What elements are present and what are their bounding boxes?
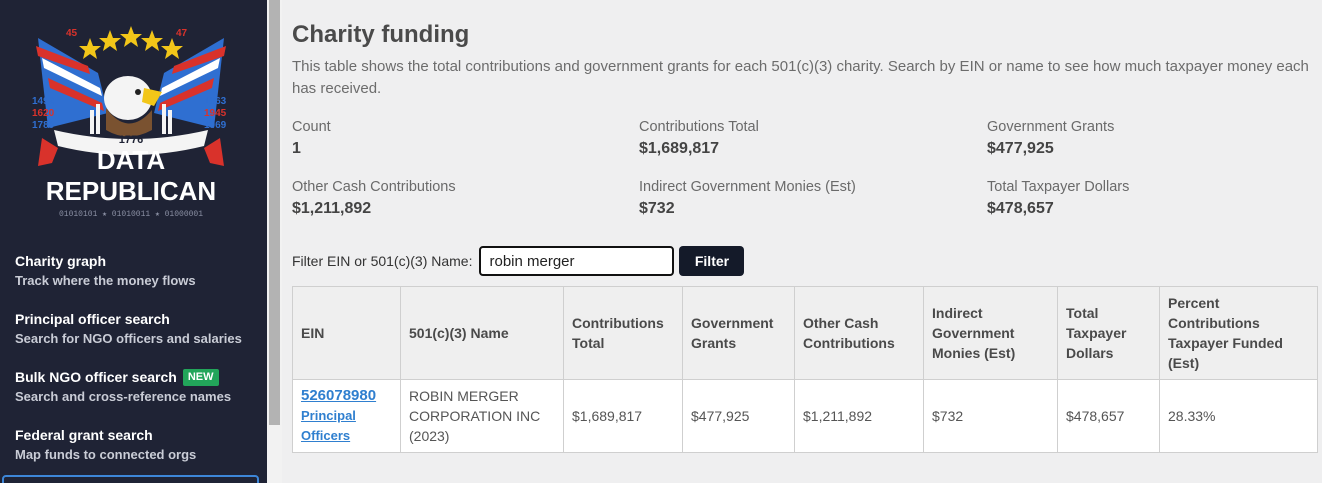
sidebar-item-title: Federal grant search xyxy=(15,427,153,443)
svg-text:1492: 1492 xyxy=(32,96,55,107)
stat-total-taxpayer-dollars: Total Taxpayer Dollars $478,657 xyxy=(987,178,1317,218)
filter-label: Filter EIN or 501(c)(3) Name: xyxy=(292,253,473,269)
stat-label: Indirect Government Monies (Est) xyxy=(639,179,856,195)
svg-text:1620: 1620 xyxy=(32,108,55,119)
stat-label: Other Cash Contributions xyxy=(292,179,456,195)
stat-value: $1,211,892 xyxy=(292,200,372,217)
sidebar-item-principal-officer-search[interactable]: Principal officer search Search for NGO … xyxy=(15,311,255,347)
svg-text:01010101 ★ 01010011 ★ 01000001: 01010101 ★ 01010011 ★ 01000001 xyxy=(59,210,203,219)
svg-text:1969: 1969 xyxy=(204,120,227,131)
svg-text:REPUBLICAN: REPUBLICAN xyxy=(46,176,216,206)
cell-other-cash: $1,211,892 xyxy=(794,379,924,453)
column-header-indirect[interactable]: Indirect Government Monies (Est) xyxy=(923,286,1058,380)
sidebar-item-subtitle: Search and cross-reference names xyxy=(15,389,232,404)
cell-name: ROBIN MERGER CORPORATION INC (2023) xyxy=(400,379,564,453)
scrollbar-thumb[interactable] xyxy=(269,0,280,425)
stat-value: $1,689,817 xyxy=(639,140,720,157)
cell-percent-funded: 28.33% xyxy=(1159,379,1318,453)
filter-button[interactable]: Filter xyxy=(679,246,745,276)
sidebar-item-subtitle: Track where the money flows xyxy=(15,273,196,288)
cell-government-grants: $477,925 xyxy=(682,379,795,453)
column-header-ein[interactable]: EIN xyxy=(292,286,401,380)
sidebar-scrollbar[interactable] xyxy=(267,0,282,483)
sidebar-item-title: Principal officer search xyxy=(15,311,170,327)
table-row: 526078980 Principal Officers ROBIN MERGE… xyxy=(292,379,1318,453)
principal-officers-link[interactable]: Principal Officers xyxy=(301,406,371,446)
cell-contributions-total: $1,689,817 xyxy=(563,379,683,453)
sidebar-item-federal-grant-search[interactable]: Federal grant search Map funds to connec… xyxy=(15,427,255,463)
sidebar-item-subtitle: Search for NGO officers and salaries xyxy=(15,331,242,346)
sidebar: 45 47 1492 1620 1789 1863 1945 1969 1776… xyxy=(0,0,267,483)
svg-text:45: 45 xyxy=(66,28,78,39)
page-description: This table shows the total contributions… xyxy=(292,58,1309,97)
svg-text:47: 47 xyxy=(176,28,188,39)
sidebar-item-subtitle: Map funds to connected orgs xyxy=(15,447,197,462)
eagle-flag-logo-icon: 45 47 1492 1620 1789 1863 1945 1969 1776… xyxy=(32,26,227,219)
stat-value: 1 xyxy=(292,140,301,157)
filter-row: Filter EIN or 501(c)(3) Name: Filter xyxy=(292,246,745,276)
stat-label: Contributions Total xyxy=(639,119,759,135)
sidebar-item-bulk-ngo-officer-search[interactable]: Bulk NGO officer search NEW Search and c… xyxy=(15,369,255,405)
new-badge: NEW xyxy=(182,369,219,386)
sidebar-item-title-row: Bulk NGO officer search NEW xyxy=(15,369,255,386)
stat-label: Count xyxy=(292,119,331,135)
data-republican-logo[interactable]: 45 47 1492 1620 1789 1863 1945 1969 1776… xyxy=(28,18,234,224)
stat-indirect-government-monies: Indirect Government Monies (Est) $732 xyxy=(639,178,969,218)
stat-value: $732 xyxy=(639,200,675,217)
stat-label: Government Grants xyxy=(987,119,1115,135)
svg-text:1945: 1945 xyxy=(204,108,227,119)
sidebar-item-title: Charity graph xyxy=(15,253,107,269)
stat-label: Total Taxpayer Dollars xyxy=(987,179,1130,195)
stat-count: Count 1 xyxy=(292,118,622,158)
sidebar-item-active[interactable] xyxy=(2,475,259,483)
svg-text:DATA: DATA xyxy=(97,145,166,175)
stat-contributions-total: Contributions Total $1,689,817 xyxy=(639,118,969,158)
column-header-percent-funded[interactable]: Percent Contributions Taxpayer Funded (E… xyxy=(1159,286,1318,380)
stat-government-grants: Government Grants $477,925 xyxy=(987,118,1317,158)
cell-total-taxpayer: $478,657 xyxy=(1057,379,1160,453)
stat-other-cash-contributions: Other Cash Contributions $1,211,892 xyxy=(292,178,622,218)
svg-text:1789: 1789 xyxy=(32,120,55,131)
ein-link[interactable]: 526078980 xyxy=(301,386,392,406)
table-header-row: EIN 501(c)(3) Name Contributions Total G… xyxy=(292,286,1318,380)
page-title: Charity funding xyxy=(292,21,470,48)
sidebar-item-title: Bulk NGO officer search xyxy=(15,369,177,385)
column-header-government-grants[interactable]: Government Grants xyxy=(682,286,795,380)
column-header-contributions-total[interactable]: Contributions Total xyxy=(563,286,683,380)
cell-indirect: $732 xyxy=(923,379,1058,453)
filter-input[interactable] xyxy=(479,246,675,276)
column-header-name[interactable]: 501(c)(3) Name xyxy=(400,286,564,380)
charity-funding-table: EIN 501(c)(3) Name Contributions Total G… xyxy=(292,286,1318,453)
stat-value: $478,657 xyxy=(987,200,1054,217)
column-header-other-cash[interactable]: Other Cash Contributions xyxy=(794,286,924,380)
stat-value: $477,925 xyxy=(987,140,1054,157)
column-header-total-taxpayer[interactable]: Total Taxpayer Dollars xyxy=(1057,286,1160,380)
cell-ein: 526078980 Principal Officers xyxy=(292,379,401,453)
svg-text:1863: 1863 xyxy=(204,96,227,107)
sidebar-item-charity-graph[interactable]: Charity graph Track where the money flow… xyxy=(15,253,255,289)
